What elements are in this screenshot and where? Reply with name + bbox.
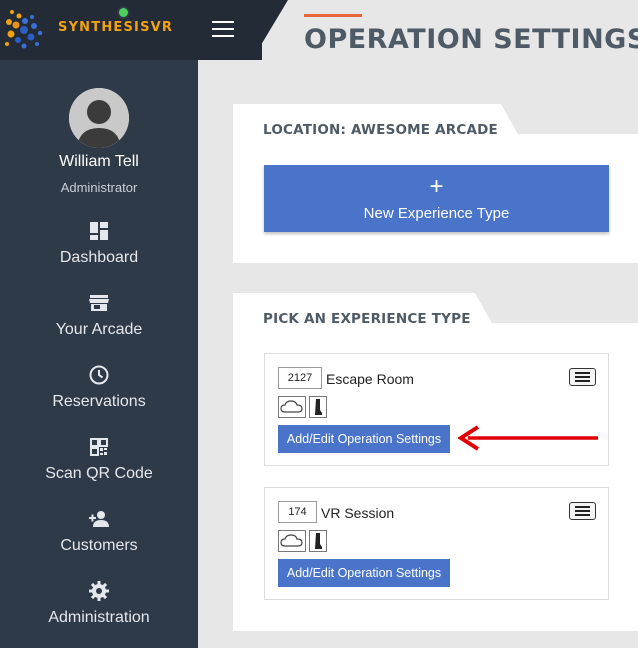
sidebar-item-scan-qr-code[interactable]: Scan QR Code [0, 430, 198, 502]
page-title: OPERATION SETTINGS [304, 24, 638, 55]
synthesisvr-logo-icon[interactable] [2, 4, 54, 56]
plus-icon: + [429, 173, 444, 200]
title-accent-line [304, 14, 362, 17]
sidebar-item-label: Your Arcade [55, 321, 143, 338]
avatar[interactable] [69, 88, 129, 148]
add-edit-operation-settings-button[interactable]: Add/Edit Operation Settings [278, 425, 450, 453]
experience-card-vr-session[interactable]: 174 VR Session Add/Edit Operation Settin… [264, 487, 609, 600]
experience-id-field[interactable]: 174 [278, 501, 317, 523]
sidebar-item-label: Administration [48, 609, 150, 626]
gear-icon [89, 581, 109, 601]
experience-name: VR Session [321, 505, 395, 521]
sidebar-item-label: Reservations [52, 393, 146, 410]
boot-icon[interactable] [309, 530, 327, 552]
location-heading: LOCATION: AWESOME ARCADE [263, 122, 498, 138]
sidebar-item-label: Customers [60, 537, 138, 554]
dashboard-icon [90, 222, 108, 240]
online-status-badge [117, 6, 130, 19]
annotation-arrow-icon [458, 425, 598, 451]
add-person-icon [89, 511, 109, 527]
user-profile: William Tell Administrator [0, 88, 198, 195]
sidebar-item-your-arcade[interactable]: Your Arcade [0, 286, 198, 358]
sidebar-item-label: Dashboard [59, 249, 139, 266]
cloud-icon[interactable] [278, 530, 306, 552]
qr-code-icon [90, 438, 108, 456]
card-menu-button[interactable] [569, 502, 596, 520]
new-experience-type-label: New Experience Type [363, 205, 510, 222]
user-role: Administrator [60, 180, 138, 195]
experience-name: Escape Room [326, 371, 414, 387]
person-silhouette-icon [69, 88, 129, 148]
brand-name: SYNTHESISVR [58, 20, 174, 35]
card-menu-button[interactable] [569, 368, 596, 386]
clock-icon [89, 365, 109, 385]
top-bar-wedge [252, 0, 288, 60]
sidebar-item-administration[interactable]: Administration [0, 574, 198, 646]
user-name: William Tell [59, 153, 139, 170]
sidebar-item-customers[interactable]: Customers [0, 502, 198, 574]
experience-id-field[interactable]: 2127 [278, 367, 322, 389]
sidebar-item-reservations[interactable]: Reservations [0, 358, 198, 430]
sidebar-item-dashboard[interactable]: Dashboard [0, 214, 198, 286]
experience-heading: PICK AN EXPERIENCE TYPE [263, 311, 471, 327]
add-edit-operation-settings-button[interactable]: Add/Edit Operation Settings [278, 559, 450, 587]
sidebar-nav: Dashboard Your Arcade Reservations Scan … [0, 214, 198, 646]
cloud-icon[interactable] [278, 396, 306, 418]
sidebar-item-label: Scan QR Code [45, 465, 153, 482]
boot-icon[interactable] [309, 396, 327, 418]
store-icon [89, 295, 109, 311]
hamburger-menu-icon[interactable] [212, 21, 234, 39]
new-experience-type-button[interactable]: + New Experience Type [264, 165, 609, 232]
